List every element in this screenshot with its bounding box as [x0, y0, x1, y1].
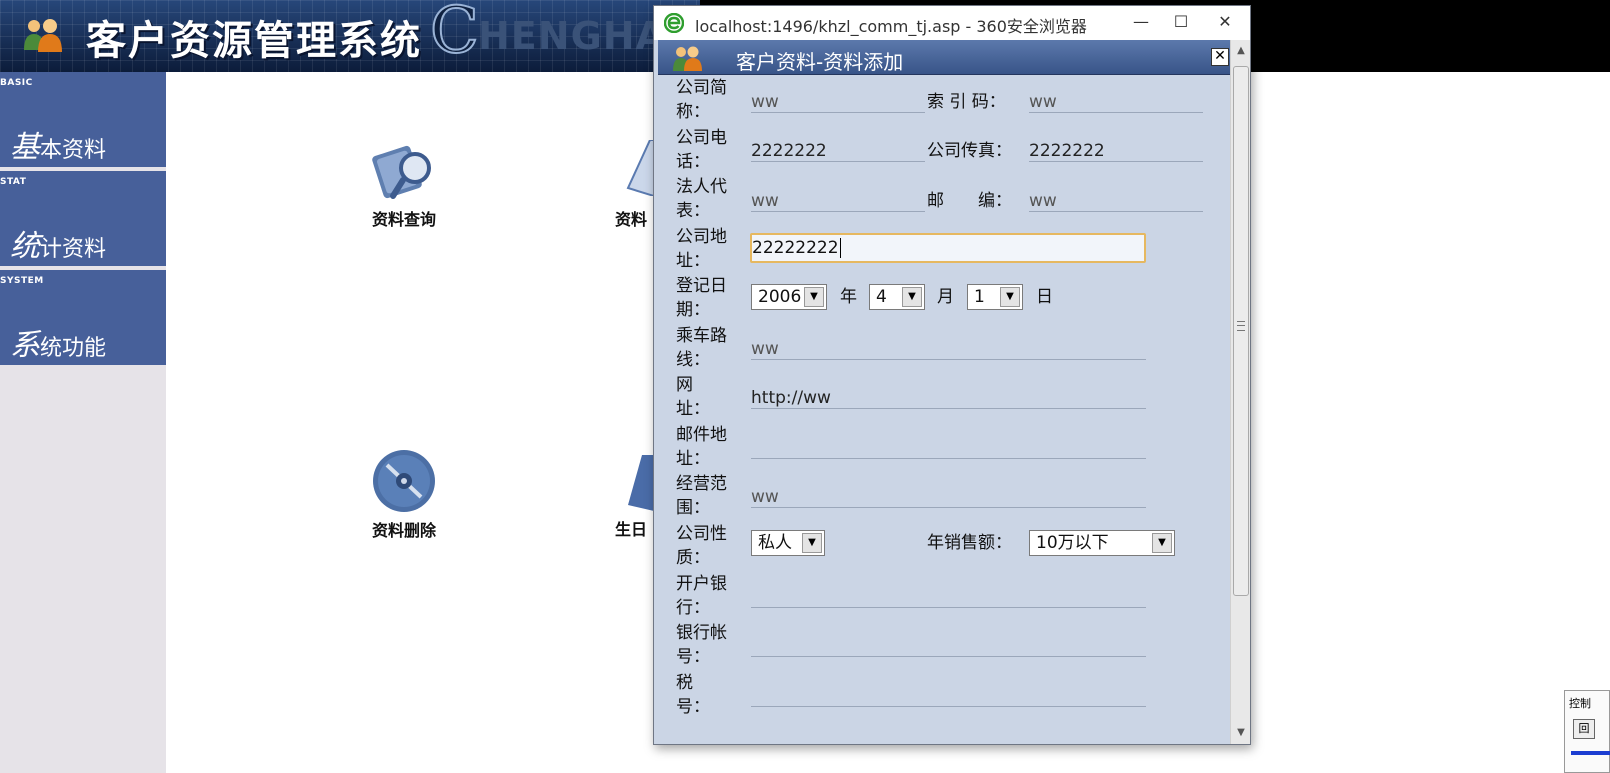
website-input[interactable]: http://ww [751, 387, 1146, 409]
sidebar-tag: SYSTEM [0, 276, 44, 286]
chevron-down-icon: ▼ [804, 287, 824, 307]
brand-logo-c: C [429, 0, 480, 69]
document-icon [626, 140, 654, 196]
account-input[interactable] [751, 635, 1146, 657]
vertical-scrollbar[interactable]: ▲ ▼ [1230, 40, 1250, 744]
fax-input[interactable]: 2222222 [1029, 140, 1203, 162]
year-value: 2006 [758, 287, 802, 307]
scroll-up-arrow-icon[interactable]: ▲ [1231, 40, 1250, 62]
control-progress-bar [1571, 751, 1610, 755]
sidebar-item-label: 系统功能 [10, 328, 107, 363]
sidebar-item-label: 统计资料 [10, 229, 107, 264]
app-title: 客户资源管理系统 [86, 18, 422, 64]
popup-content: 客户资料-资料添加 ✕ 公司简称： ww 索 引 码： ww 公司电话： 222… [654, 40, 1250, 744]
label-legal-rep: 法人代表： [676, 177, 727, 221]
phone-input[interactable]: 2222222 [751, 140, 925, 162]
label-email: 邮件地址： [676, 425, 727, 469]
users-logo-icon [24, 19, 62, 52]
control-panel-fragment: 控制 回 [1564, 690, 1610, 773]
sidebar-item-system[interactable]: SYSTEM 系统功能 [0, 270, 166, 367]
popup-window: localhost:1496/khzl_comm_tj.asp - 360安全浏… [653, 5, 1251, 745]
nature-select[interactable]: 私人 ▼ [751, 530, 825, 556]
browser-e-icon [664, 13, 684, 33]
control-label: 控制 [1569, 697, 1591, 710]
chevron-down-icon: ▼ [902, 287, 922, 307]
form-title: 客户资料-资料添加 [736, 50, 904, 74]
grip-icon [1237, 321, 1245, 331]
year-unit: 年 [840, 287, 857, 307]
tile-partial-label: 生日 [615, 520, 648, 539]
label-tax: 税 号： [676, 673, 727, 717]
label-address: 公司地址： [676, 227, 727, 271]
minimize-button[interactable]: — [1122, 9, 1160, 35]
form-header: 客户资料-资料添加 ✕ [658, 40, 1230, 75]
tile-label: 资料删除 [371, 521, 436, 540]
label-index-code: 索 引 码： [927, 92, 1006, 112]
day-select[interactable]: 1 ▼ [967, 284, 1023, 310]
chevron-down-icon: ▼ [1000, 287, 1020, 307]
label-route: 乘车路线： [676, 326, 727, 370]
index-code-input[interactable]: ww [1029, 91, 1203, 113]
users-icon [673, 46, 702, 71]
header-banner: 客户资源管理系统 C HENGHA [0, 0, 700, 72]
nature-value: 私人 [758, 533, 792, 553]
label-postcode: 邮 编： [927, 191, 1012, 211]
label-fax: 公司传真： [927, 141, 1012, 161]
scroll-thumb[interactable] [1233, 66, 1249, 596]
label-sales: 年销售额： [927, 533, 1012, 553]
month-select[interactable]: 4 ▼ [869, 284, 925, 310]
scroll-down-arrow-icon[interactable]: ▼ [1231, 722, 1250, 744]
legal-rep-input[interactable]: ww [751, 190, 925, 212]
route-input[interactable]: ww [751, 338, 1146, 360]
form-close-button[interactable]: ✕ [1211, 48, 1229, 66]
email-input[interactable] [751, 437, 1146, 459]
chevron-down-icon: ▼ [1152, 533, 1172, 553]
bank-input[interactable] [751, 586, 1146, 608]
window-titlebar[interactable]: localhost:1496/khzl_comm_tj.asp - 360安全浏… [654, 6, 1250, 40]
label-account: 银行帐号： [676, 623, 727, 667]
day-unit: 日 [1036, 287, 1053, 307]
postcode-input[interactable]: ww [1029, 190, 1203, 212]
sidebar-tag: STAT [0, 177, 27, 187]
disc-icon [373, 450, 435, 512]
label-phone: 公司电话： [676, 128, 727, 172]
brand-logo-text: HENGHA [478, 14, 666, 58]
tile-data-query[interactable]: 资料查询 [349, 144, 459, 230]
year-select[interactable]: 2006 ▼ [751, 284, 827, 310]
tile-partial-label: 资料 [615, 210, 648, 229]
address-value: 22222222 [752, 238, 839, 258]
scope-input[interactable]: ww [751, 486, 1146, 508]
month-unit: 月 [937, 287, 954, 307]
address-input[interactable]: 22222222 [750, 233, 1146, 263]
search-key-icon [372, 145, 431, 199]
sidebar-item-stat[interactable]: STAT 统计资料 [0, 171, 166, 268]
sidebar-tag: BASIC [0, 78, 33, 88]
sidebar: BASIC 基本资料 STAT 统计资料 SYSTEM 系统功能 [0, 72, 166, 773]
short-name-input[interactable]: ww [751, 91, 925, 113]
label-reg-date: 登记日期： [676, 276, 727, 320]
label-short-name: 公司简称： [676, 78, 727, 122]
tile-data-delete[interactable]: 资料删除 [349, 449, 459, 541]
text-caret [839, 238, 841, 258]
day-value: 1 [974, 287, 985, 307]
sales-select[interactable]: 10万以下 ▼ [1029, 530, 1175, 556]
calendar-icon [628, 455, 654, 511]
sidebar-item-basic[interactable]: BASIC 基本资料 [0, 72, 166, 169]
chevron-down-icon: ▼ [802, 533, 822, 553]
window-close-button[interactable]: ✕ [1206, 9, 1244, 35]
label-bank: 开户银行： [676, 574, 727, 618]
sales-value: 10万以下 [1036, 533, 1109, 553]
control-button[interactable]: 回 [1573, 719, 1595, 739]
tax-input[interactable] [751, 685, 1146, 707]
sidebar-item-label: 基本资料 [10, 130, 107, 165]
month-value: 4 [876, 287, 887, 307]
tile-label: 资料查询 [371, 210, 436, 229]
label-nature: 公司性质： [676, 524, 727, 568]
label-scope: 经营范围： [676, 474, 727, 518]
label-website: 网 址： [676, 375, 727, 419]
maximize-button[interactable]: ☐ [1162, 9, 1200, 35]
window-title: localhost:1496/khzl_comm_tj.asp - 360安全浏… [695, 17, 1087, 36]
